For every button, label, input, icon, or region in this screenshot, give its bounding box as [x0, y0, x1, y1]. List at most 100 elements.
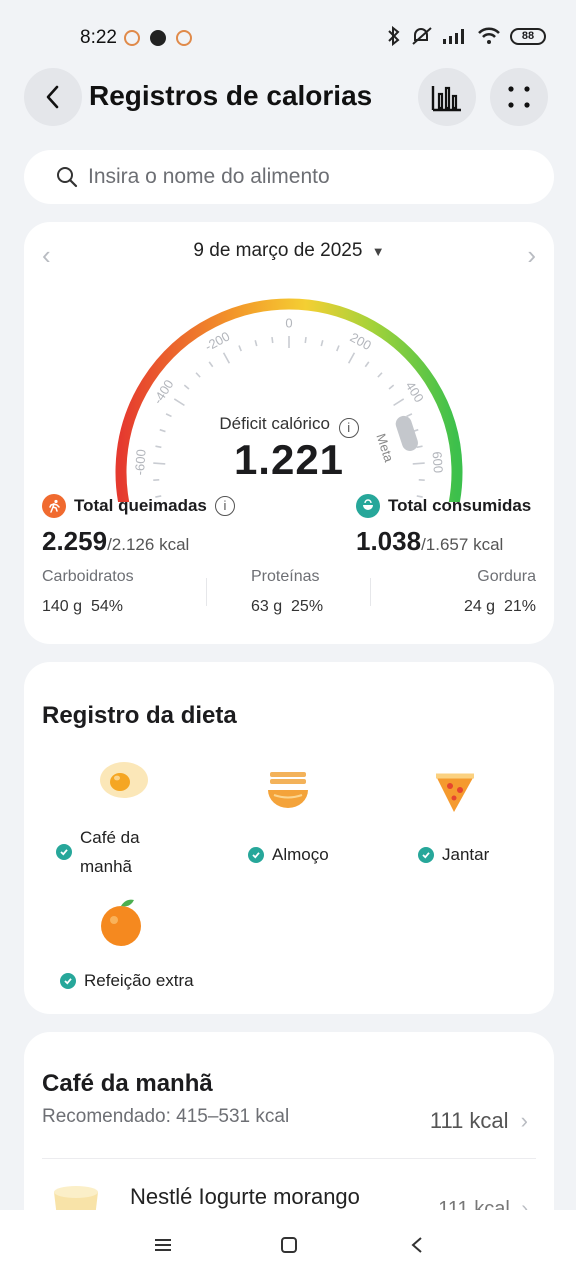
breakfast-kcal[interactable]: 111 kcal ›: [430, 1108, 528, 1134]
meal-extra[interactable]: Refeição extra: [60, 896, 240, 991]
search-input[interactable]: Insira o nome do alimento: [24, 150, 554, 204]
gauge-tick: [347, 352, 356, 364]
consumed-value: 1.038: [356, 526, 422, 556]
home-square-icon: [281, 1237, 297, 1253]
mute-icon: [412, 27, 432, 45]
calorie-summary-card: ‹ 9 de março de 2025 ▼ › -800-600-400-20…: [24, 222, 554, 644]
notification-icon: [124, 30, 140, 46]
meal-label: Jantar: [442, 845, 490, 864]
macro-pct: 25%: [291, 598, 324, 615]
macro-pct: 21%: [503, 598, 536, 615]
orange-icon: [101, 899, 141, 946]
check-icon: [60, 973, 76, 989]
search-placeholder: Insira o nome do alimento: [88, 165, 330, 188]
gauge-tick-label: 0: [285, 315, 292, 330]
meal-label: Café da manhã: [80, 828, 140, 876]
running-icon: [42, 494, 66, 518]
gauge-tick: [238, 345, 242, 352]
food-name[interactable]: Nestlé Iogurte morango: [130, 1184, 360, 1210]
check-icon: [248, 847, 264, 863]
gauge-tick: [222, 352, 231, 364]
gauge-tick: [208, 361, 214, 368]
notification-icon: [176, 30, 192, 46]
macro-carbs: Carboidratos 140 g 54%: [42, 568, 134, 616]
gauge-tick: [195, 372, 201, 378]
divider: [206, 578, 207, 606]
diet-title: Registro da dieta: [42, 702, 237, 729]
consumed-target: /1.657 kcal: [421, 535, 504, 554]
divider: [42, 1158, 536, 1159]
check-icon: [418, 847, 434, 863]
gauge-tick: [254, 340, 258, 347]
bluetooth-icon: [388, 26, 400, 46]
macro-fat: Gordura 24 g 21%: [464, 568, 536, 616]
home-button[interactable]: [274, 1230, 304, 1260]
next-day-icon[interactable]: ›: [527, 240, 536, 271]
macro-protein: Proteínas 63 g 25%: [251, 568, 323, 616]
burned-value: 2.259: [42, 526, 108, 556]
menu-button[interactable]: [148, 1230, 178, 1260]
back-button[interactable]: [24, 68, 82, 126]
back-arrow-icon: [46, 85, 59, 109]
back-triangle-icon: [411, 1237, 422, 1253]
noodle-bowl-icon: [268, 772, 308, 808]
recommended-range: Recomendado: 415–531 kcal: [42, 1106, 290, 1127]
gauge-tick: [304, 336, 307, 344]
gauge-tick: [377, 372, 383, 378]
info-icon[interactable]: i: [214, 496, 235, 516]
gauge-tick: [320, 340, 324, 347]
chevron-right-icon: ›: [520, 1108, 528, 1133]
total-consumed: Total consumidas 1.038/1.657 kcal: [356, 494, 531, 557]
macro-pct: 54%: [90, 598, 123, 615]
meal-label: Refeição extra: [84, 971, 194, 990]
system-back-button[interactable]: [402, 1230, 432, 1260]
macro-amount: 140 g: [42, 598, 83, 615]
macro-amount: 24 g: [463, 598, 496, 615]
status-bar: 8:22 88: [0, 0, 576, 70]
statistics-button[interactable]: [418, 68, 476, 126]
divider: [370, 578, 371, 606]
breakfast-kcal-value: 111 kcal: [429, 1108, 509, 1133]
total-burned: Total queimadas i 2.259/2.126 kcal: [42, 494, 235, 557]
more-button[interactable]: [490, 68, 548, 126]
deficit-value: 1.221: [233, 436, 345, 483]
breakfast-title: Café da manhã: [42, 1070, 213, 1097]
dropdown-icon: ▼: [371, 244, 385, 259]
meal-dinner[interactable]: Jantar: [418, 770, 538, 865]
gauge-tick: [388, 384, 395, 390]
gauge-tick: [271, 336, 274, 344]
info-icon[interactable]: i: [338, 418, 359, 438]
status-time: 8:22: [80, 27, 117, 48]
status-icons: 88: [386, 26, 546, 46]
gauge-tick-label: 400: [403, 379, 427, 405]
macro-name: Proteínas: [251, 568, 320, 585]
date-dropdown[interactable]: 9 de março de 2025 ▼: [24, 240, 554, 262]
macro-name: Carboidratos: [42, 568, 134, 585]
notification-icon: [150, 30, 166, 46]
gauge-tick: [393, 398, 405, 407]
meal-lunch[interactable]: Almoço: [248, 770, 378, 865]
bar-chart-icon: [431, 86, 461, 112]
date-selector: ‹ 9 de março de 2025 ▼ ›: [24, 238, 554, 271]
gauge-tick: [336, 345, 340, 352]
date-label: 9 de março de 2025: [193, 240, 363, 261]
page-title: Registros de calorias: [89, 80, 373, 111]
deficit-label: Déficit calórico i: [24, 414, 554, 438]
macro-amount: 63 g: [251, 598, 283, 615]
diet-log-card: Registro da dieta Café da manhã Almoço J…: [24, 662, 554, 1014]
macro-name: Gordura: [477, 568, 536, 585]
meal-label: Almoço: [272, 845, 329, 864]
menu-icon: [155, 1239, 171, 1251]
burned-target: /2.126 kcal: [107, 535, 190, 554]
gauge-tick: [183, 384, 190, 390]
burned-label: Total queimadas: [74, 496, 207, 515]
meal-breakfast[interactable]: Café da manhã: [56, 758, 186, 881]
check-icon: [56, 844, 72, 860]
system-nav-bar: [0, 1210, 576, 1280]
search-icon: [57, 167, 78, 188]
wifi-icon: [478, 27, 500, 44]
consumed-label: Total consumidas: [388, 496, 532, 515]
more-dots-icon: [508, 86, 530, 108]
pizza-icon: [436, 773, 474, 812]
gauge-tick-label: -200: [202, 328, 232, 354]
